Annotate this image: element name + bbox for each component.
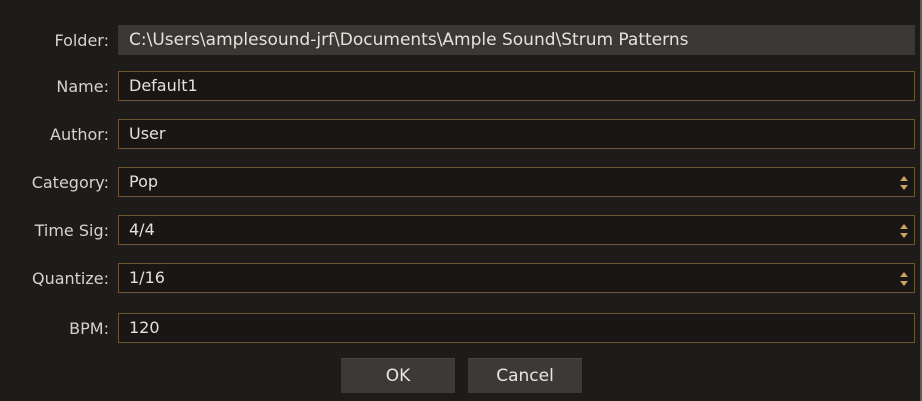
bpm-input[interactable]: 120 [118, 313, 915, 343]
quantize-value: 1/16 [129, 268, 165, 287]
quantize-label: Quantize: [31, 269, 109, 288]
bpm-label: BPM: [69, 319, 109, 338]
save-strum-pattern-dialog: Folder: C:\Users\amplesound-jrf\Document… [0, 0, 922, 401]
category-label: Category: [31, 173, 109, 192]
quantize-row: Quantize: 1/16 [0, 263, 920, 295]
time-sig-label: Time Sig: [34, 221, 109, 240]
name-input[interactable]: Default1 [118, 71, 915, 101]
folder-label: Folder: [54, 31, 109, 50]
time-sig-value: 4/4 [129, 220, 155, 239]
name-label: Name: [56, 77, 109, 96]
folder-row: Folder: C:\Users\amplesound-jrf\Document… [0, 25, 920, 57]
time-sig-row: Time Sig: 4/4 [0, 215, 920, 247]
folder-path-field: C:\Users\amplesound-jrf\Documents\Ample … [118, 25, 915, 55]
category-row: Category: Pop [0, 167, 920, 199]
name-row: Name: Default1 [0, 71, 920, 103]
category-value: Pop [129, 172, 159, 191]
quantize-select[interactable]: 1/16 [118, 263, 915, 293]
ok-button[interactable]: OK [341, 358, 455, 393]
category-select[interactable]: Pop [118, 167, 915, 197]
spinner-arrows-icon [900, 224, 908, 238]
author-label: Author: [50, 125, 109, 144]
bpm-row: BPM: 120 [0, 313, 920, 345]
time-sig-select[interactable]: 4/4 [118, 215, 915, 245]
spinner-arrows-icon [900, 176, 908, 190]
cancel-button[interactable]: Cancel [468, 358, 582, 393]
author-row: Author: User [0, 119, 920, 151]
spinner-arrows-icon [900, 272, 908, 286]
author-input[interactable]: User [118, 119, 915, 149]
